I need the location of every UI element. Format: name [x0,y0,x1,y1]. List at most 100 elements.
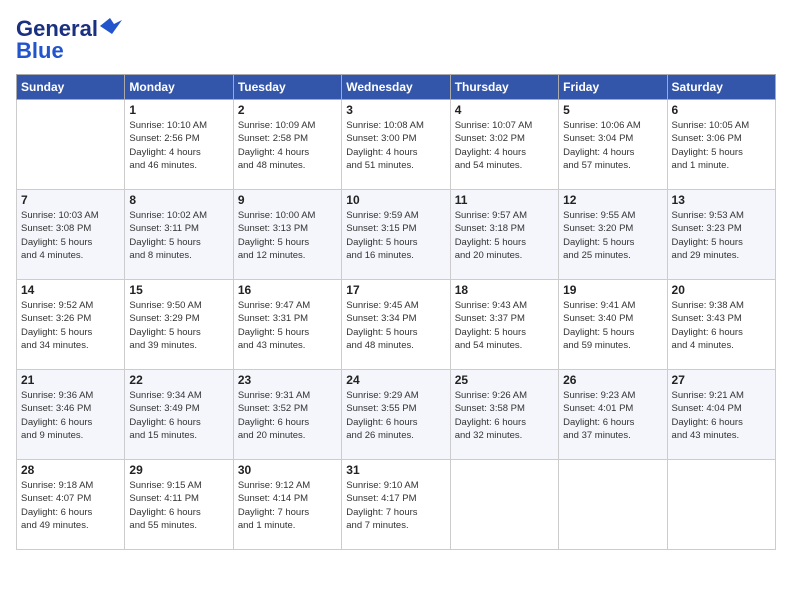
day-info: Sunrise: 9:15 AM Sunset: 4:11 PM Dayligh… [129,479,228,532]
calendar-cell: 28 Sunrise: 9:18 AM Sunset: 4:07 PM Dayli… [17,460,125,550]
calendar-cell: 23 Sunrise: 9:31 AM Sunset: 3:52 PM Dayli… [233,370,341,460]
calendar-cell: 13Sunrise: 9:53 AM Sunset: 3:23 PM Dayli… [667,190,775,280]
day-info: Sunrise: 9:59 AM Sunset: 3:15 PM Dayligh… [346,209,445,262]
day-info: Sunrise: 9:21 AM Sunset: 4:04 PM Dayligh… [672,389,771,442]
calendar-cell: 16Sunrise: 9:47 AM Sunset: 3:31 PM Dayli… [233,280,341,370]
day-number: 9 [238,193,337,207]
calendar-table: SundayMondayTuesdayWednesdayThursdayFrid… [16,74,776,550]
day-number: 21 [21,373,120,387]
calendar-cell: 21 Sunrise: 9:36 AM Sunset: 3:46 PM Dayli… [17,370,125,460]
calendar-cell: 30 Sunrise: 9:12 AM Sunset: 4:14 PM Dayli… [233,460,341,550]
day-info: Sunrise: 9:34 AM Sunset: 3:49 PM Dayligh… [129,389,228,442]
calendar-cell: 7 Sunrise: 10:03 AM Sunset: 3:08 PM Dayli… [17,190,125,280]
day-info: Sunrise: 9:18 AM Sunset: 4:07 PM Dayligh… [21,479,120,532]
calendar-cell: 19Sunrise: 9:41 AM Sunset: 3:40 PM Dayli… [559,280,667,370]
calendar-cell [450,460,558,550]
day-info: Sunrise: 9:31 AM Sunset: 3:52 PM Dayligh… [238,389,337,442]
calendar-cell: 11Sunrise: 9:57 AM Sunset: 3:18 PM Dayli… [450,190,558,280]
day-number: 5 [563,103,662,117]
weekday-header-thursday: Thursday [450,75,558,100]
day-info: Sunrise: 10:06 AM Sunset: 3:04 PM Daylig… [563,119,662,172]
day-info: Sunrise: 9:36 AM Sunset: 3:46 PM Dayligh… [21,389,120,442]
day-number: 15 [129,283,228,297]
day-number: 24 [346,373,445,387]
calendar-cell: 18Sunrise: 9:43 AM Sunset: 3:37 PM Dayli… [450,280,558,370]
calendar-cell [17,100,125,190]
calendar-cell: 10 Sunrise: 9:59 AM Sunset: 3:15 PM Dayli… [342,190,450,280]
day-number: 27 [672,373,771,387]
day-number: 14 [21,283,120,297]
week-row-5: 28 Sunrise: 9:18 AM Sunset: 4:07 PM Dayli… [17,460,776,550]
weekday-header-friday: Friday [559,75,667,100]
day-number: 26 [563,373,662,387]
calendar-cell: 2 Sunrise: 10:09 AM Sunset: 2:58 PM Dayli… [233,100,341,190]
day-info: Sunrise: 9:29 AM Sunset: 3:55 PM Dayligh… [346,389,445,442]
day-number: 10 [346,193,445,207]
day-number: 2 [238,103,337,117]
calendar-cell: 14Sunrise: 9:52 AM Sunset: 3:26 PM Dayli… [17,280,125,370]
day-number: 4 [455,103,554,117]
weekday-header-row: SundayMondayTuesdayWednesdayThursdayFrid… [17,75,776,100]
calendar-body: 1 Sunrise: 10:10 AM Sunset: 2:56 PM Dayli… [17,100,776,550]
day-info: Sunrise: 10:08 AM Sunset: 3:00 PM Daylig… [346,119,445,172]
day-info: Sunrise: 10:09 AM Sunset: 2:58 PM Daylig… [238,119,337,172]
day-info: Sunrise: 9:50 AM Sunset: 3:29 PM Dayligh… [129,299,228,352]
day-number: 30 [238,463,337,477]
day-info: Sunrise: 10:10 AM Sunset: 2:56 PM Daylig… [129,119,228,172]
day-info: Sunrise: 9:57 AM Sunset: 3:18 PM Dayligh… [455,209,554,262]
day-number: 6 [672,103,771,117]
week-row-4: 21 Sunrise: 9:36 AM Sunset: 3:46 PM Dayli… [17,370,776,460]
calendar-cell: 3 Sunrise: 10:08 AM Sunset: 3:00 PM Dayli… [342,100,450,190]
day-number: 23 [238,373,337,387]
day-number: 7 [21,193,120,207]
day-info: Sunrise: 10:00 AM Sunset: 3:13 PM Daylig… [238,209,337,262]
calendar-cell: 1 Sunrise: 10:10 AM Sunset: 2:56 PM Dayli… [125,100,233,190]
logo-bird-icon [100,18,122,34]
weekday-header-tuesday: Tuesday [233,75,341,100]
day-info: Sunrise: 9:10 AM Sunset: 4:17 PM Dayligh… [346,479,445,532]
weekday-header-saturday: Saturday [667,75,775,100]
calendar-cell: 5 Sunrise: 10:06 AM Sunset: 3:04 PM Dayli… [559,100,667,190]
weekday-header-monday: Monday [125,75,233,100]
day-info: Sunrise: 10:03 AM Sunset: 3:08 PM Daylig… [21,209,120,262]
day-number: 19 [563,283,662,297]
day-info: Sunrise: 9:47 AM Sunset: 3:31 PM Dayligh… [238,299,337,352]
day-number: 28 [21,463,120,477]
day-info: Sunrise: 10:07 AM Sunset: 3:02 PM Daylig… [455,119,554,172]
day-number: 31 [346,463,445,477]
calendar-cell: 31 Sunrise: 9:10 AM Sunset: 4:17 PM Dayli… [342,460,450,550]
day-number: 18 [455,283,554,297]
calendar-cell: 8Sunrise: 10:02 AM Sunset: 3:11 PM Dayli… [125,190,233,280]
day-info: Sunrise: 9:26 AM Sunset: 3:58 PM Dayligh… [455,389,554,442]
day-number: 22 [129,373,228,387]
week-row-3: 14Sunrise: 9:52 AM Sunset: 3:26 PM Dayli… [17,280,776,370]
calendar-cell: 6 Sunrise: 10:05 AM Sunset: 3:06 PM Dayli… [667,100,775,190]
calendar-cell: 26 Sunrise: 9:23 AM Sunset: 4:01 PM Dayli… [559,370,667,460]
week-row-2: 7 Sunrise: 10:03 AM Sunset: 3:08 PM Dayli… [17,190,776,280]
week-row-1: 1 Sunrise: 10:10 AM Sunset: 2:56 PM Dayli… [17,100,776,190]
calendar-cell [667,460,775,550]
day-number: 25 [455,373,554,387]
day-info: Sunrise: 9:12 AM Sunset: 4:14 PM Dayligh… [238,479,337,532]
day-number: 29 [129,463,228,477]
calendar-cell: 4 Sunrise: 10:07 AM Sunset: 3:02 PM Dayli… [450,100,558,190]
page-header: General Blue [16,16,776,64]
calendar-cell: 27 Sunrise: 9:21 AM Sunset: 4:04 PM Dayli… [667,370,775,460]
day-info: Sunrise: 10:05 AM Sunset: 3:06 PM Daylig… [672,119,771,172]
day-info: Sunrise: 9:38 AM Sunset: 3:43 PM Dayligh… [672,299,771,352]
weekday-header-sunday: Sunday [17,75,125,100]
calendar-cell: 9 Sunrise: 10:00 AM Sunset: 3:13 PM Dayli… [233,190,341,280]
calendar-cell: 17Sunrise: 9:45 AM Sunset: 3:34 PM Dayli… [342,280,450,370]
logo-blue: Blue [16,38,64,64]
calendar-cell: 29 Sunrise: 9:15 AM Sunset: 4:11 PM Dayli… [125,460,233,550]
day-info: Sunrise: 9:23 AM Sunset: 4:01 PM Dayligh… [563,389,662,442]
day-info: Sunrise: 9:45 AM Sunset: 3:34 PM Dayligh… [346,299,445,352]
day-info: Sunrise: 9:53 AM Sunset: 3:23 PM Dayligh… [672,209,771,262]
day-number: 3 [346,103,445,117]
calendar-cell [559,460,667,550]
day-number: 20 [672,283,771,297]
calendar-cell: 25 Sunrise: 9:26 AM Sunset: 3:58 PM Dayli… [450,370,558,460]
calendar-cell: 15 Sunrise: 9:50 AM Sunset: 3:29 PM Dayli… [125,280,233,370]
day-number: 8 [129,193,228,207]
day-number: 1 [129,103,228,117]
